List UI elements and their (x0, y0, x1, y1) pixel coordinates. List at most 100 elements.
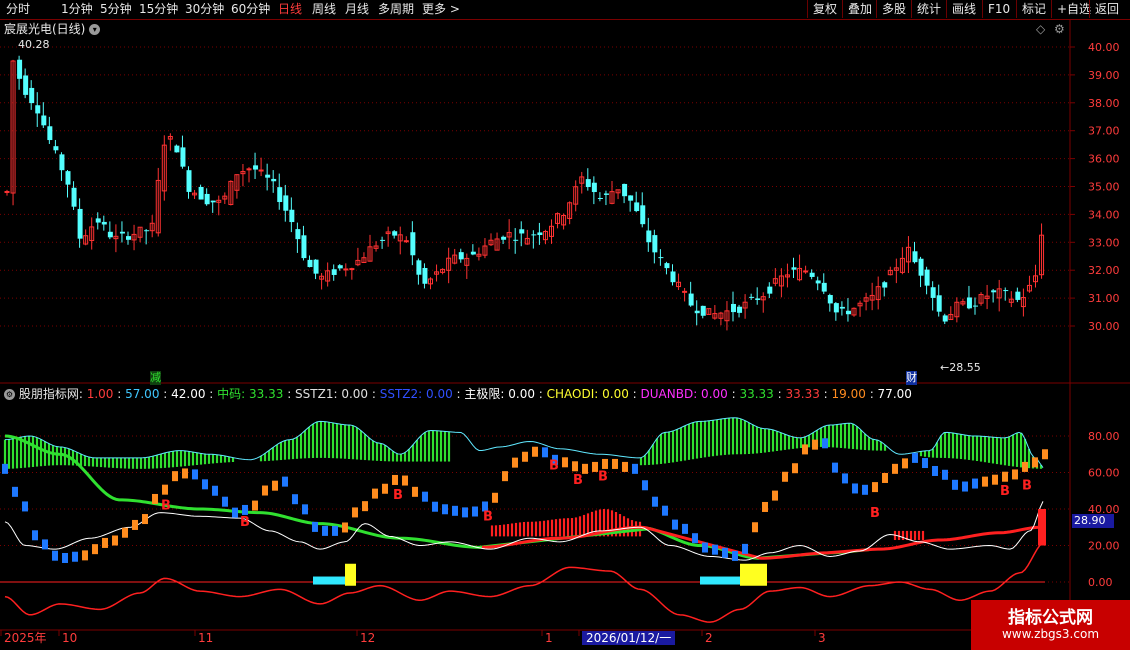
indicator-value: 主极限: 0.00 (464, 387, 535, 401)
indicator-name[interactable]: 股朋指标网 (19, 387, 79, 401)
step-dot (1042, 449, 1048, 460)
ma-line-red (481, 525, 1041, 560)
step-dot (1022, 461, 1028, 472)
step-dot (452, 505, 458, 516)
indicator-value: 19.00 (831, 387, 866, 401)
step-dot (752, 522, 758, 533)
gear-icon[interactable]: ⚙ (4, 389, 15, 400)
indicator-tick-label: 0.00 (1088, 576, 1113, 589)
event-marker-cai[interactable]: 财 (906, 371, 917, 385)
buy-signal-label: B (870, 506, 880, 521)
candle-body-down (253, 165, 259, 170)
candlestick-series (4, 55, 1045, 331)
step-dot (412, 486, 418, 497)
cyan-signal-block (313, 576, 345, 585)
indicator-value: SSTZ2: 0.00 (379, 387, 453, 401)
step-dot (112, 535, 118, 546)
step-dot (822, 438, 828, 449)
buy-signal-label: B (1000, 484, 1010, 499)
step-dot (692, 533, 698, 544)
separator: : (283, 387, 296, 401)
step-dot (672, 519, 678, 530)
gear-icon[interactable]: ⚙ (1054, 22, 1065, 36)
dropdown-circle-icon[interactable]: ▾ (89, 24, 101, 35)
candle-body-down (839, 306, 845, 309)
candle-body-down (924, 269, 930, 286)
kline-chart[interactable]: BBBBBB BBBB 40.0039.0038.0037.0036.0035.0… (0, 0, 1130, 650)
step-dot (962, 481, 968, 492)
candle-body-down (23, 75, 29, 95)
step-dot (382, 483, 388, 494)
candle-body-down (307, 259, 313, 268)
candle-body-down (501, 236, 507, 240)
step-dot (172, 471, 178, 482)
step-dot (602, 458, 608, 469)
price-tick-label: 37.00 (1088, 125, 1120, 138)
candle-body-down (791, 267, 797, 270)
candle-body-down (597, 197, 603, 199)
step-dot (142, 514, 148, 525)
candle-body-down (41, 115, 47, 126)
candle-body-down (670, 271, 676, 283)
candle-body-down (107, 231, 113, 238)
grid-lines (0, 20, 1130, 636)
low-price-mark: ←28.55 (940, 361, 981, 374)
candle-body-down (29, 87, 35, 104)
buy-signal-label: B (573, 473, 583, 488)
candle-body-down (942, 315, 948, 322)
red-spike-bar (1038, 509, 1046, 546)
candle-body-down (331, 269, 337, 275)
candle-body-down (628, 195, 634, 201)
step-dot (402, 475, 408, 486)
price-tick-label: 33.00 (1088, 236, 1120, 249)
step-dot (542, 447, 548, 458)
candle-body-down (646, 230, 652, 243)
step-dot (702, 542, 708, 553)
price-tick-label: 40.00 (1088, 41, 1120, 54)
candle-body-up (803, 270, 809, 273)
step-dot (52, 550, 58, 561)
step-dot (842, 473, 848, 484)
candle-body-down (1015, 291, 1021, 300)
candle-body-down (277, 187, 283, 203)
indicator-value: CHAODI: 0.00 (546, 387, 629, 401)
candle-body-down (845, 310, 851, 315)
step-dot (612, 458, 618, 469)
candle-body-down (603, 193, 609, 195)
step-dot (162, 484, 168, 495)
separator: : (773, 387, 786, 401)
indicator-value: 57.00 (125, 387, 160, 401)
step-dot (862, 484, 868, 495)
step-dot (332, 525, 338, 536)
step-dot (362, 501, 368, 512)
step-dot (802, 444, 808, 455)
candle-body-down (585, 179, 591, 188)
event-marker-jian[interactable]: 减 (150, 371, 161, 385)
candle-body-down (337, 265, 343, 269)
step-dot (812, 439, 818, 450)
step-dot (942, 469, 948, 480)
candle-body-down (918, 258, 924, 276)
step-dot (422, 491, 428, 502)
high-price-mark: 40.28 (18, 38, 50, 51)
step-dot (562, 457, 568, 468)
candle-body-up (682, 290, 688, 293)
step-dot (642, 480, 648, 491)
step-dot (462, 507, 468, 518)
step-dot (1012, 469, 1018, 480)
diamond-icon[interactable]: ◇ (1036, 22, 1045, 36)
candle-body-down (833, 303, 839, 313)
step-dot (492, 492, 498, 503)
site-logo: 指标公式网 www.zbgs3.com (971, 600, 1130, 650)
candle-body-down (634, 202, 640, 212)
candle-body-down (301, 235, 307, 259)
candle-body-up (403, 240, 409, 243)
step-dot (732, 550, 738, 561)
candle-body-down (966, 297, 972, 309)
date-label: 10 (62, 631, 78, 645)
step-dot (322, 525, 328, 536)
indicator-tick-label: 20.00 (1088, 540, 1120, 553)
step-dot (1002, 471, 1008, 482)
step-dot (352, 507, 358, 518)
date-label: 3 (818, 631, 826, 645)
